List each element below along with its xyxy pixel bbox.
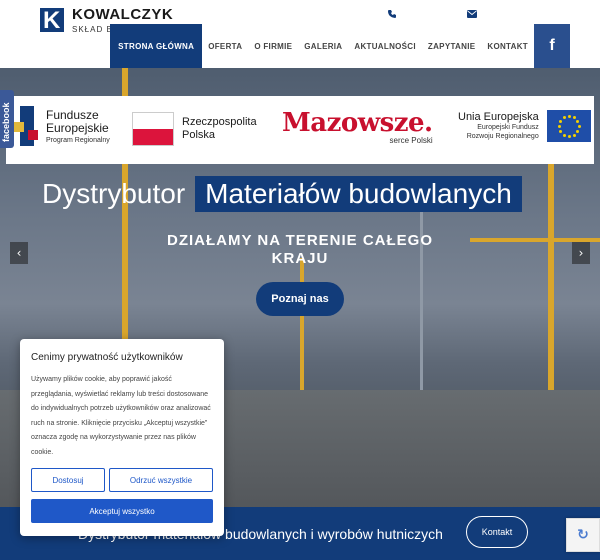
cookie-consent-dialog: Cenimy prywatność użytkowników Używamy p… [20, 339, 224, 536]
eu-flag-icon [546, 110, 591, 142]
cookie-body: Używamy plików cookie, aby poprawić jako… [31, 376, 211, 456]
site-header: K KOWALCZYK SKŁAD BUDOWLANY STRONA GŁÓWN… [0, 0, 600, 68]
mazowsze-logo: Mazowsze. serce Polski [282, 108, 433, 145]
poznaj-nas-button[interactable]: Poznaj nas [256, 282, 344, 316]
recaptcha-icon[interactable]: ↻ [566, 518, 600, 552]
eu-star-icon [567, 115, 571, 118]
mazowsze-title: Mazowsze. [282, 108, 433, 138]
slider-next-arrow-icon[interactable]: › [572, 242, 590, 264]
eu-star-icon [562, 133, 566, 137]
eu-star-icon [557, 125, 561, 128]
nav-galeria[interactable]: GALERIA [298, 24, 348, 68]
eu-star-icon [559, 120, 563, 123]
ue-logo: Unia Europejska Europejski Fundusz Rozwo… [458, 110, 591, 142]
facebook-side-label: facebook [1, 102, 11, 142]
eu-star-icon [576, 130, 580, 133]
eu-star-icon [576, 120, 580, 123]
facebook-button[interactable]: f [534, 24, 570, 68]
rp-title: Rzeczpospolita Polska [182, 116, 257, 141]
cookie-accept-button[interactable]: Akceptuj wszystko [31, 499, 213, 523]
eu-star-icon [572, 133, 576, 137]
fundusze-title: Fundusze Europejskie [46, 107, 109, 135]
nav-kontakt[interactable]: KONTAKT [481, 24, 534, 68]
cookie-reject-button[interactable]: Odrzuć wszystkie [109, 468, 213, 492]
eu-star-icon [559, 130, 563, 133]
fundusze-logo: Fundusze Europejskie Program Regionalny [14, 106, 116, 146]
cookie-title: Cenimy prywatność użytkowników [31, 352, 183, 363]
eu-star-icon [572, 116, 576, 120]
cookie-customize-button[interactable]: Dostosuj [31, 468, 105, 492]
email-icon[interactable] [466, 8, 478, 20]
rp-logo: Rzeczpospolita Polska [132, 112, 262, 146]
logo-mark: K [36, 6, 66, 34]
kontakt-button[interactable]: Kontakt [466, 516, 528, 548]
brand-name: KOWALCZYK [72, 6, 174, 23]
eu-funding-bar: Fundusze Europejskie Program Regionalny … [6, 96, 594, 164]
ue-subtitle-2: Rozwoju Regionalnego [466, 133, 539, 140]
nav-aktualnosci[interactable]: AKTUALNOŚCI [348, 24, 422, 68]
slide-subtitle: DZIAŁAMY NA TERENIE CAŁEGO KRAJU [166, 232, 433, 267]
eu-star-icon [567, 135, 571, 138]
eu-star-icon [562, 116, 566, 120]
nav-o-firmie[interactable]: O FIRMIE [248, 24, 298, 68]
nav-strona-glowna[interactable]: STRONA GŁÓWNA [110, 24, 203, 68]
poland-flag-icon [132, 112, 174, 146]
slide-title: Dystrybutor Materiałów budowlanych [42, 176, 522, 212]
facebook-side-tab[interactable]: facebook [0, 90, 14, 148]
ue-title: Unia Europejska [458, 111, 539, 123]
slide-title-part-2: Materiałów budowlanych [195, 176, 522, 212]
eu-star-icon [577, 125, 581, 128]
phone-icon[interactable] [386, 8, 398, 20]
main-nav: STRONA GŁÓWNA OFERTA O FIRMIE GALERIA AK… [110, 24, 534, 68]
nav-oferta[interactable]: OFERTA [202, 24, 248, 68]
fundusze-subtitle: Program Regionalny [46, 136, 110, 144]
nav-zapytanie[interactable]: ZAPYTANIE [422, 24, 481, 68]
slide-title-part-1: Dystrybutor [42, 178, 186, 209]
mazowsze-subtitle: serce Polski [389, 136, 433, 145]
slider-prev-arrow-icon[interactable]: ‹ [10, 242, 28, 264]
ue-subtitle-1: Europejski Fundusz [477, 124, 539, 131]
